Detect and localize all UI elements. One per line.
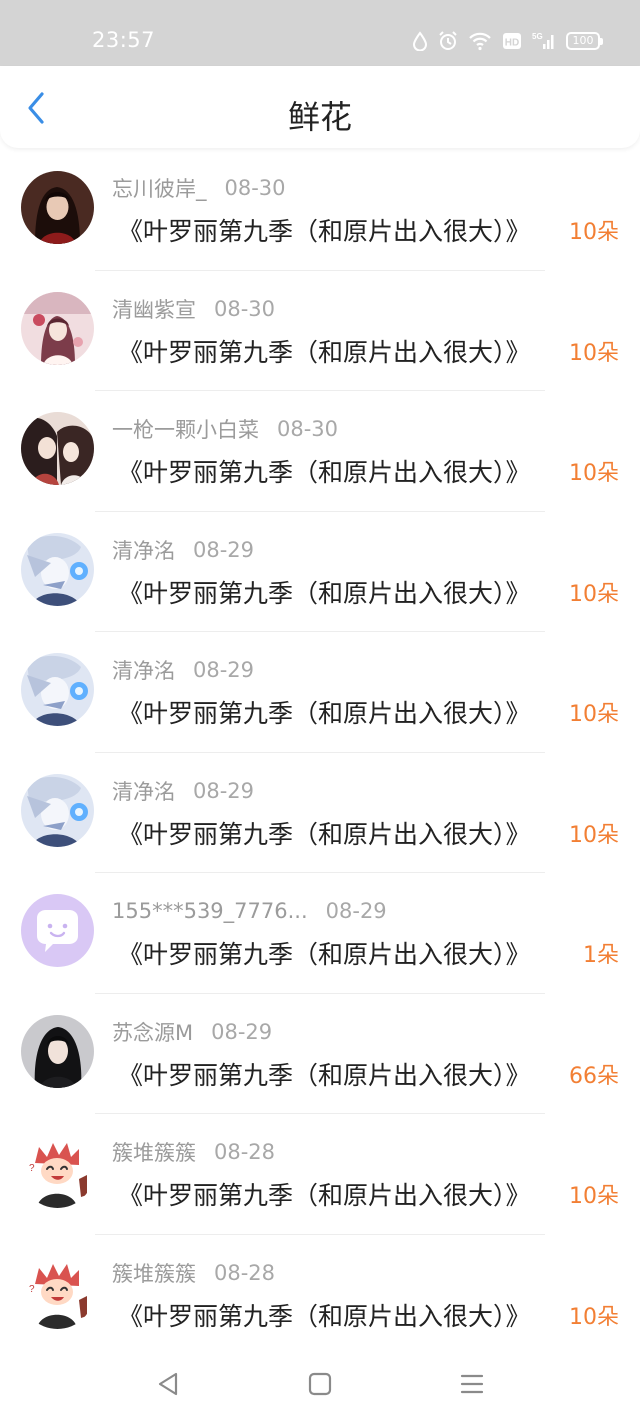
username[interactable]: 清净洺 — [112, 655, 175, 685]
list-item[interactable]: 清净洺 08-29 《叶罗丽第九季（和原片出入很大）》 10朵 — [0, 753, 640, 873]
system-nav-bar — [0, 1344, 640, 1422]
flower-record-list: 忘川彼岸_ 08-30 《叶罗丽第九季（和原片出入很大）》 10朵 清幽紫宣 0… — [0, 150, 640, 1355]
record-meta: 一枪一颗小白菜 08-30 — [112, 414, 338, 444]
record-meta: 簇堆簇簇 08-28 — [112, 1137, 275, 1167]
list-item[interactable]: 155***539_7776... 08-29 《叶罗丽第九季（和原片出入很大）… — [0, 873, 640, 994]
book-title[interactable]: 《叶罗丽第九季（和原片出入很大）》 — [118, 453, 550, 489]
avatar[interactable] — [21, 412, 94, 485]
svg-text:?: ? — [29, 1163, 35, 1174]
username[interactable]: 清净洺 — [112, 535, 175, 565]
flower-count: 1朵 — [583, 943, 619, 968]
username[interactable]: 忘川彼岸_ — [112, 173, 207, 203]
water-drop-icon — [412, 31, 428, 51]
book-title[interactable]: 《叶罗丽第九季（和原片出入很大）》 — [118, 574, 550, 610]
book-title[interactable]: 《叶罗丽第九季（和原片出入很大）》 — [118, 212, 550, 248]
signal-5g-icon: 5G — [532, 31, 556, 51]
record-meta: 苏念源M 08-29 — [112, 1017, 272, 1047]
hd-icon: HD — [502, 31, 522, 51]
svg-text:5G: 5G — [532, 32, 543, 41]
menu-lines-icon[interactable] — [458, 1370, 486, 1398]
flower-count: 10朵 — [569, 461, 619, 486]
list-item[interactable]: 苏念源M 08-29 《叶罗丽第九季（和原片出入很大）》 66朵 — [0, 994, 640, 1114]
status-time: 23:57 — [92, 28, 156, 52]
avatar[interactable] — [21, 532, 94, 606]
record-date: 08-29 — [193, 537, 255, 562]
flower-count: 10朵 — [569, 340, 619, 366]
flower-count: 66朵 — [569, 1063, 619, 1089]
record-meta: 簇堆簇簇 08-28 — [112, 1258, 275, 1288]
avatar[interactable]: ? — [21, 1255, 94, 1329]
avatar[interactable] — [21, 171, 94, 244]
record-meta: 清净洺 08-29 — [112, 655, 254, 685]
avatar[interactable] — [21, 894, 94, 967]
record-date: 08-29 — [211, 1019, 273, 1044]
flower-count: 10朵 — [569, 1184, 619, 1209]
book-title[interactable]: 《叶罗丽第九季（和原片出入很大）》 — [118, 694, 550, 730]
book-title[interactable]: 《叶罗丽第九季（和原片出入很大）》 — [118, 1056, 550, 1092]
avatar[interactable]: ? — [21, 1135, 94, 1208]
record-date: 08-30 — [224, 176, 286, 200]
flower-count: 10朵 — [569, 702, 619, 727]
book-title[interactable]: 《叶罗丽第九季（和原片出入很大）》 — [118, 815, 550, 851]
record-date: 08-29 — [193, 778, 255, 803]
record-meta: 清净洺 08-29 — [112, 776, 254, 806]
flower-count: 10朵 — [569, 1304, 619, 1330]
alarm-icon — [438, 31, 458, 51]
header-bar: 鲜花 — [0, 66, 640, 148]
record-date: 08-29 — [325, 899, 387, 923]
back-triangle-icon[interactable] — [154, 1370, 182, 1398]
svg-text:?: ? — [29, 1284, 35, 1295]
record-date: 08-28 — [214, 1140, 276, 1164]
record-meta: 清幽紫宣 08-30 — [112, 294, 275, 324]
book-title[interactable]: 《叶罗丽第九季（和原片出入很大）》 — [118, 1297, 550, 1333]
avatar[interactable] — [21, 291, 94, 365]
avatar[interactable] — [21, 653, 94, 726]
username[interactable]: 簇堆簇簇 — [112, 1258, 196, 1288]
list-item[interactable]: 清幽紫宣 08-30 《叶罗丽第九季（和原片出入很大）》 10朵 — [0, 271, 640, 391]
username[interactable]: 155***539_7776... — [112, 899, 308, 923]
list-item[interactable]: 清净洺 08-29 《叶罗丽第九季（和原片出入很大）》 10朵 — [0, 512, 640, 632]
username[interactable]: 清幽紫宣 — [112, 294, 196, 324]
avatar[interactable] — [21, 773, 94, 847]
list-item[interactable]: 清净洺 08-29 《叶罗丽第九季（和原片出入很大）》 10朵 — [0, 632, 640, 753]
status-icons: HD 5G 100 — [412, 28, 603, 54]
book-title[interactable]: 《叶罗丽第九季（和原片出入很大）》 — [118, 333, 550, 369]
avatar[interactable] — [21, 1014, 94, 1088]
home-square-icon[interactable] — [306, 1370, 334, 1398]
record-meta: 清净洺 08-29 — [112, 535, 254, 565]
flower-count: 10朵 — [569, 822, 619, 848]
wifi-icon — [468, 31, 492, 51]
book-title[interactable]: 《叶罗丽第九季（和原片出入很大）》 — [118, 1176, 550, 1212]
list-item[interactable]: ? 簇堆簇簇 08-28 《叶罗丽第九季（和原片出入很大）》 10朵 — [0, 1114, 640, 1235]
flower-count: 10朵 — [569, 220, 619, 245]
record-date: 08-29 — [193, 658, 255, 682]
record-date: 08-28 — [214, 1260, 276, 1285]
record-meta: 155***539_7776... 08-29 — [112, 896, 387, 926]
record-date: 08-30 — [277, 417, 339, 441]
record-meta: 忘川彼岸_ 08-30 — [112, 173, 286, 203]
record-date: 08-30 — [214, 296, 276, 321]
list-item[interactable]: ? 簇堆簇簇 08-28 《叶罗丽第九季（和原片出入很大）》 10朵 — [0, 1235, 640, 1356]
flower-count: 10朵 — [569, 581, 619, 607]
username[interactable]: 一枪一颗小白菜 — [112, 414, 259, 444]
book-title[interactable]: 《叶罗丽第九季（和原片出入很大）》 — [118, 935, 550, 971]
list-item[interactable]: 忘川彼岸_ 08-30 《叶罗丽第九季（和原片出入很大）》 10朵 — [0, 150, 640, 271]
username[interactable]: 清净洺 — [112, 776, 175, 806]
page-title: 鲜花 — [287, 98, 352, 136]
battery-icon: 100 — [566, 32, 603, 50]
username[interactable]: 簇堆簇簇 — [112, 1137, 196, 1167]
svg-text:HD: HD — [505, 38, 519, 49]
status-bar: 23:57 HD 5G 100 — [0, 0, 640, 66]
username[interactable]: 苏念源M — [112, 1017, 193, 1047]
list-item[interactable]: 一枪一颗小白菜 08-30 《叶罗丽第九季（和原片出入很大）》 10朵 — [0, 391, 640, 512]
